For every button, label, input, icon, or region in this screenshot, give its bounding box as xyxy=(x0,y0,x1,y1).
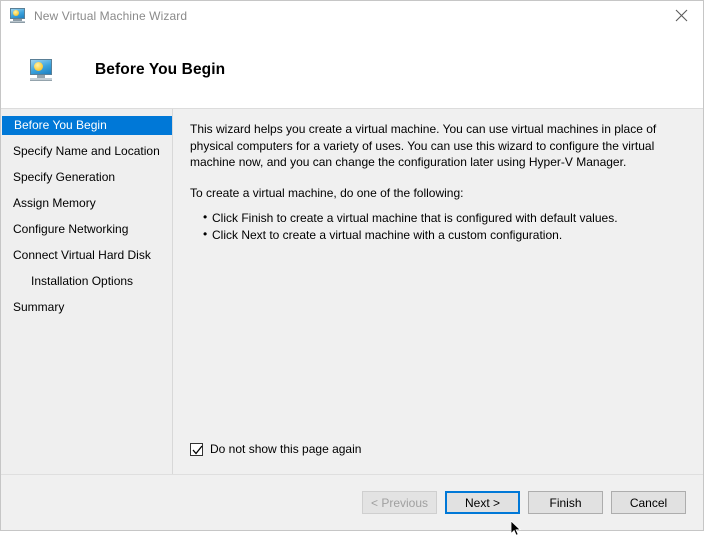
new-virtual-machine-wizard-dialog: New Virtual Machine Wizard Before You Be… xyxy=(0,0,704,531)
sidebar-item-before-you-begin[interactable]: Before You Begin xyxy=(2,116,172,135)
window-title: New Virtual Machine Wizard xyxy=(34,9,188,23)
finish-button[interactable]: Finish xyxy=(528,491,603,514)
list-item: Click Finish to create a virtual machine… xyxy=(203,210,681,227)
virtual-machine-monitor-icon xyxy=(29,58,53,81)
page-header: Before You Begin xyxy=(1,31,703,109)
list-item: Click Next to create a virtual machine w… xyxy=(203,227,681,244)
previous-button[interactable]: < Previous xyxy=(362,491,437,514)
next-button[interactable]: Next > xyxy=(445,491,520,514)
cancel-button[interactable]: Cancel xyxy=(611,491,686,514)
title-bar: New Virtual Machine Wizard xyxy=(1,1,703,31)
sidebar-item-summary[interactable]: Summary xyxy=(1,298,172,317)
do-not-show-again-checkbox[interactable]: Do not show this page again xyxy=(190,442,681,456)
checkbox-label: Do not show this page again xyxy=(210,442,362,456)
sidebar-item-assign-memory[interactable]: Assign Memory xyxy=(1,194,172,213)
wizard-content-pane: This wizard helps you create a virtual m… xyxy=(173,109,703,474)
sidebar-item-specify-generation[interactable]: Specify Generation xyxy=(1,168,172,187)
instruction-bullet-list: Click Finish to create a virtual machine… xyxy=(190,210,681,244)
dialog-body: Before You Begin Specify Name and Locati… xyxy=(1,109,703,474)
checkmark-icon xyxy=(192,445,203,455)
sidebar-item-installation-options[interactable]: Installation Options xyxy=(1,272,172,291)
close-icon[interactable] xyxy=(659,1,703,30)
instruction-paragraph: To create a virtual machine, do one of t… xyxy=(190,185,464,200)
dialog-button-bar: < Previous Next > Finish Cancel xyxy=(1,474,703,530)
checkbox-box[interactable] xyxy=(190,442,203,456)
sidebar-item-connect-virtual-hard-disk[interactable]: Connect Virtual Hard Disk xyxy=(1,246,172,265)
intro-paragraph: This wizard helps you create a virtual m… xyxy=(190,122,657,169)
sidebar-item-configure-networking[interactable]: Configure Networking xyxy=(1,220,172,239)
virtual-machine-monitor-icon xyxy=(9,8,26,24)
wizard-step-list: Before You Begin Specify Name and Locati… xyxy=(1,109,173,474)
page-title: Before You Begin xyxy=(95,60,226,78)
sidebar-item-specify-name-and-location[interactable]: Specify Name and Location xyxy=(1,142,172,161)
